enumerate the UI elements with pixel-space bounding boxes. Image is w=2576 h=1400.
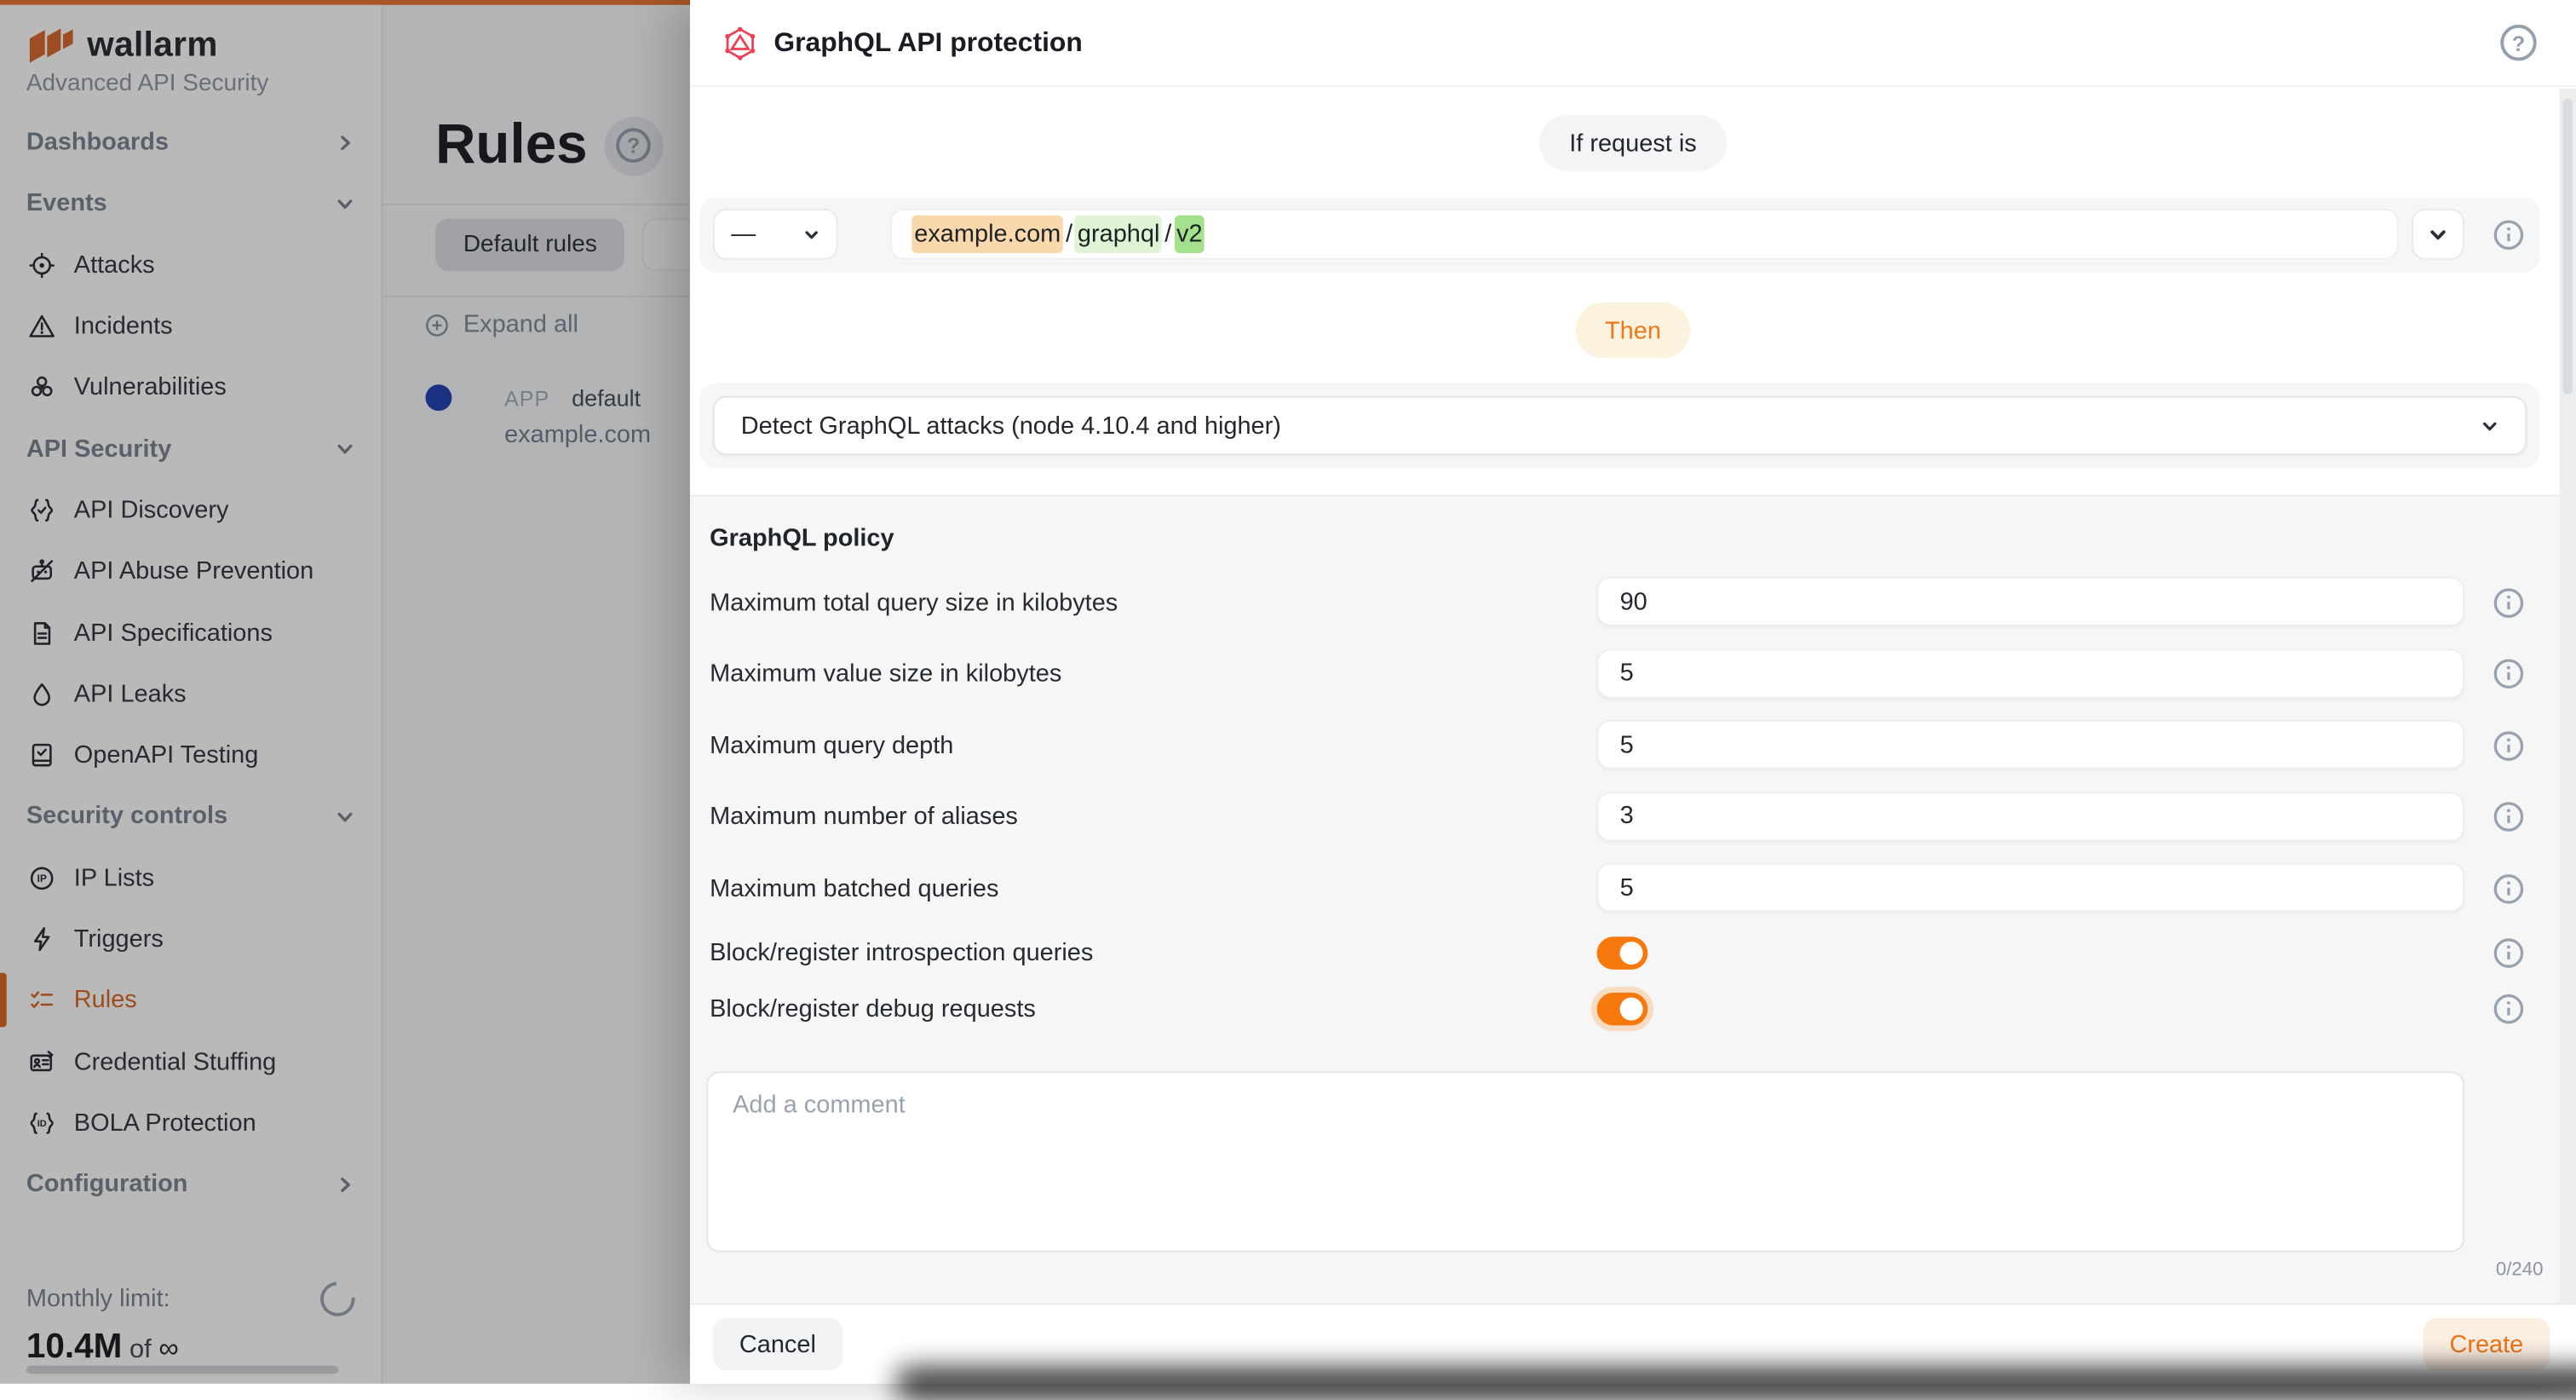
toggle-label: Block/register introspection queries: [710, 939, 1093, 967]
graphql-protection-drawer: GraphQL API protection ? If request is —…: [690, 0, 2576, 1384]
action-row: Detect GraphQL attacks (node 4.10.4 and …: [700, 383, 2540, 468]
info-icon[interactable]: [2493, 218, 2526, 251]
policy-field-input[interactable]: [1597, 862, 2464, 912]
policy-row-maximum-value-size-in-kilobytes: Maximum value size in kilobytes: [690, 638, 2576, 710]
policy-field-label: Maximum number of aliases: [710, 804, 1018, 832]
toggle-knob: [1620, 941, 1643, 964]
drawer-title: GraphQL API protection: [773, 27, 1082, 59]
if-request-pill: If request is: [1539, 115, 1726, 171]
graphql-icon: [723, 26, 758, 60]
policy-row-maximum-query-depth: Maximum query depth: [690, 710, 2576, 781]
chevron-down-icon: [2481, 417, 2498, 435]
url-part-none: /: [1063, 216, 1075, 252]
condition-operator-select[interactable]: —: [713, 209, 838, 260]
drawer-header: GraphQL API protection ?: [690, 0, 2576, 87]
info-icon[interactable]: [2493, 873, 2526, 906]
url-part-none: /: [1162, 216, 1174, 252]
url-part-green: v2: [1174, 216, 1205, 252]
policy-field-input[interactable]: [1597, 577, 2464, 626]
info-icon[interactable]: [2493, 586, 2526, 619]
policy-field-input[interactable]: [1597, 648, 2464, 698]
policy-field-label: Maximum batched queries: [710, 874, 998, 902]
drawer-scrollbar-thumb[interactable]: [2563, 99, 2573, 395]
info-icon[interactable]: [2493, 801, 2526, 834]
info-icon[interactable]: [2493, 993, 2526, 1026]
policy-toggles: Block/register introspection queries Bloc…: [690, 925, 2576, 1038]
url-part-green-light: graphql: [1075, 216, 1162, 252]
comment-textarea[interactable]: [706, 1070, 2464, 1251]
policy-row-maximum-batched-queries: Maximum batched queries: [690, 853, 2576, 925]
condition-expand-button[interactable]: [2412, 209, 2464, 260]
policy-field-label: Maximum query depth: [710, 732, 953, 760]
toggle-row-block-register-introspection-queries: Block/register introspection queries: [690, 925, 2576, 982]
operator-value: —: [731, 220, 756, 248]
toggle-row-block-register-debug-requests: Block/register debug requests: [690, 981, 2576, 1038]
condition-row: — example.com/graphql/v2: [700, 197, 2540, 273]
action-select[interactable]: Detect GraphQL attacks (node 4.10.4 and …: [713, 396, 2527, 455]
policy-field-label: Maximum value size in kilobytes: [710, 660, 1061, 688]
toggle-switch[interactable]: [1597, 993, 1648, 1026]
action-value: Detect GraphQL attacks (node 4.10.4 and …: [741, 412, 1281, 440]
info-icon[interactable]: [2493, 658, 2526, 691]
graphql-policy-section: GraphQL policy Maximum total query size …: [690, 496, 2576, 1303]
toggle-label: Block/register debug requests: [710, 995, 1036, 1023]
then-pill: Then: [1575, 302, 1690, 359]
drawer-help-button[interactable]: ?: [2500, 25, 2536, 60]
url-part-orange: example.com: [911, 216, 1063, 252]
toggle-switch[interactable]: [1597, 936, 1648, 969]
policy-field-input[interactable]: [1597, 792, 2464, 841]
policy-field-label: Maximum total query size in kilobytes: [710, 589, 1118, 617]
create-button[interactable]: Create: [2424, 1318, 2550, 1371]
info-icon[interactable]: [2493, 729, 2526, 763]
drawer-scrollbar-track: [2560, 89, 2576, 1303]
cancel-button[interactable]: Cancel: [713, 1318, 842, 1371]
chevron-down-icon: [803, 226, 819, 242]
screen: wallarm Advanced API Security Dashboards…: [0, 0, 2576, 1384]
policy-field-input[interactable]: [1597, 720, 2464, 769]
comment-counter: 0/240: [690, 1259, 2543, 1279]
policy-row-maximum-number-of-aliases: Maximum number of aliases: [690, 781, 2576, 853]
info-icon[interactable]: [2493, 936, 2526, 970]
policy-row-maximum-total-query-size-in-kilobytes: Maximum total query size in kilobytes: [690, 567, 2576, 638]
drawer-body: If request is — example.com/graphql/v2: [690, 89, 2576, 1303]
policy-heading: GraphQL policy: [710, 524, 2576, 552]
policy-fields: Maximum total query size in kilobytes Max…: [690, 567, 2576, 924]
toggle-knob: [1620, 998, 1643, 1021]
condition-url-input[interactable]: example.com/graphql/v2: [890, 209, 2398, 260]
